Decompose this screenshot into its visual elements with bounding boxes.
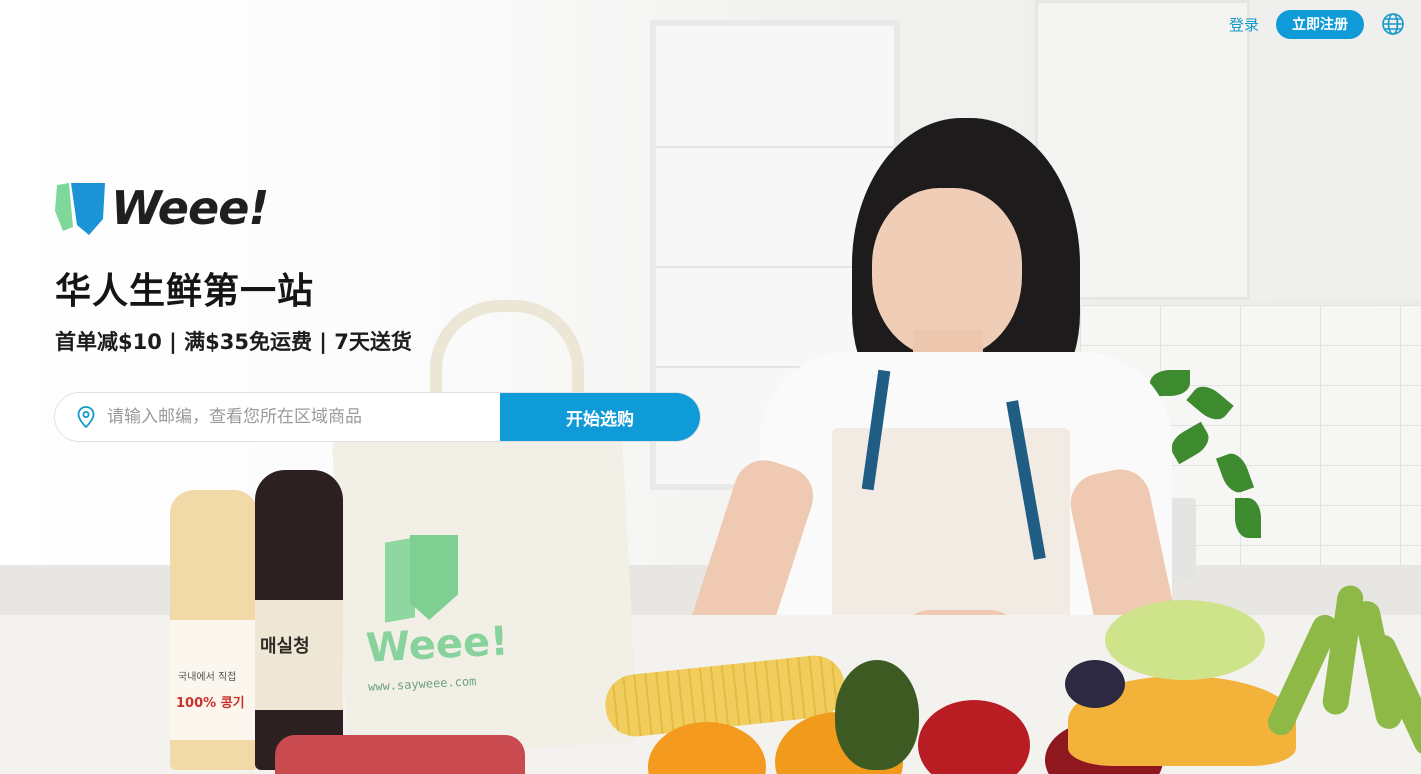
bottle-label-text: 국내에서 직접 [178,672,237,683]
bottle-label-text: 매실청 [260,636,310,657]
zip-field[interactable] [55,393,500,441]
top-nav: 登录 立即注册 [1229,9,1405,39]
bottle-label-text: 100% 콩기 [176,696,245,711]
start-shopping-button[interactable]: 开始选购 [500,393,700,441]
login-link[interactable]: 登录 [1229,14,1259,35]
blueberries [1065,660,1125,708]
grapes [1105,600,1265,680]
logo-text: Weee! [111,181,269,235]
globe-icon[interactable] [1381,12,1405,36]
weee-logo-icon [55,183,105,235]
hero-promo-text: 首单减$10 | 满$35免运费 | 7天送货 [55,330,412,354]
hero-headline: 华人生鲜第一站 [55,271,315,312]
meat [275,735,525,774]
zip-code-input[interactable] [105,393,500,441]
weee-logo[interactable]: Weee! [55,180,715,236]
landing-page: Weee! www.sayweee.com 국내에서 직접 100% 콩기 매실… [0,0,1421,774]
grocery-bag [331,422,639,758]
plant-leaf [1235,498,1261,538]
bag-brand-text: Weee! [364,618,510,672]
kitchen-cabinet-right [1250,0,1421,300]
zip-search-bar: 开始选购 [55,393,700,441]
location-pin-icon [77,406,95,428]
signup-button[interactable]: 立即注册 [1276,9,1364,39]
hero-section: Weee! 华人生鲜第一站 首单减$10 | 满$35免运费 | 7天送货 [55,180,715,356]
avocado [835,660,919,770]
